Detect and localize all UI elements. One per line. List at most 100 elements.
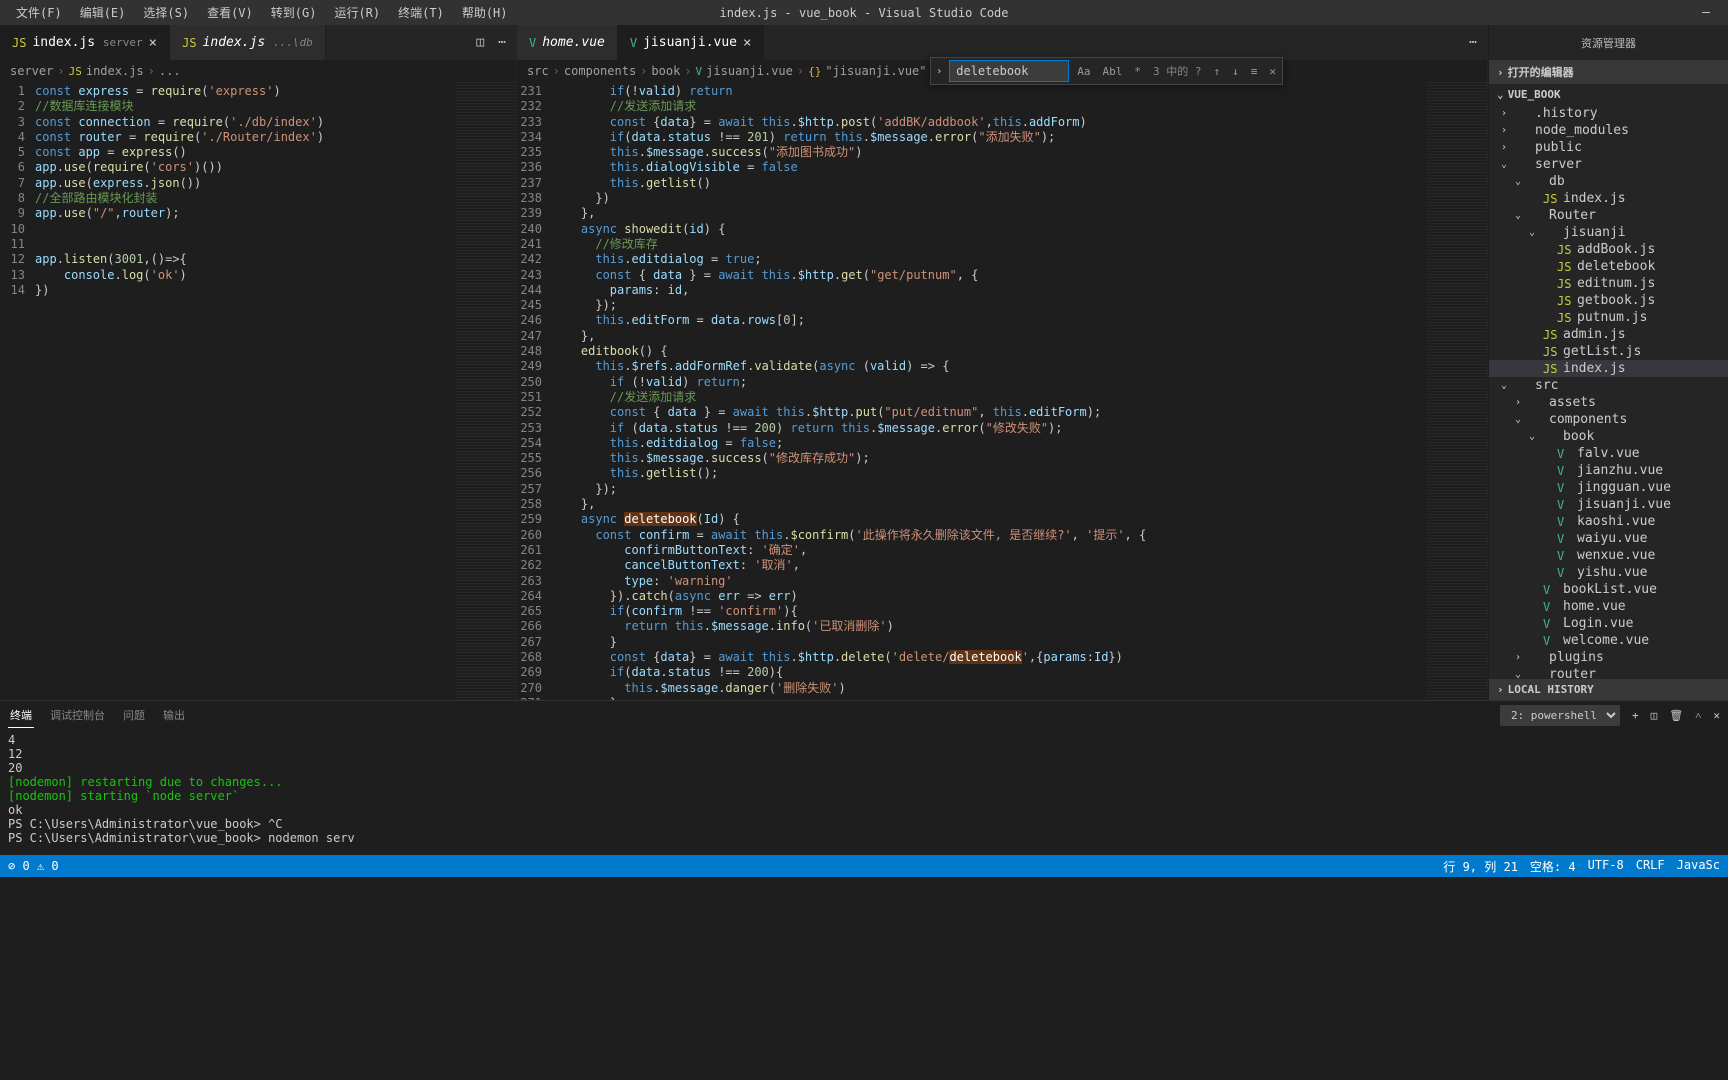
gutter: 2312322332342352362372382392402412422432… [517,82,552,700]
tab-index-db[interactable]: JS index.js ...\db [170,25,326,60]
close-icon[interactable]: × [743,35,751,51]
expand-icon[interactable]: › [933,66,945,77]
status-lang[interactable]: JavaSc [1677,858,1720,875]
next-match-icon[interactable]: ↓ [1228,63,1243,80]
window-title: index.js - vue_book - Visual Studio Code [720,6,1009,20]
regex-icon[interactable]: * [1130,63,1145,80]
split-editor-icon[interactable]: ◫ [476,35,484,50]
tree-item-src[interactable]: ⌄src [1489,377,1728,394]
local-history-header[interactable]: ›LOCAL HISTORY [1489,679,1728,700]
tree-item-kaoshi.vue[interactable]: Vkaoshi.vue [1489,513,1728,530]
tree-item-book[interactable]: ⌄book [1489,428,1728,445]
tree-item-editnum.js[interactable]: JSeditnum.js [1489,275,1728,292]
find-widget: › Aa Abl * 3 中的 ? ↑ ↓ ≡ ✕ [930,57,1283,85]
status-bar: ⊘ 0 ⚠ 0 行 9, 列 21 空格: 4 UTF-8 CRLF JavaS… [0,855,1728,877]
close-icon[interactable]: ✕ [1265,63,1280,80]
tree-item-getList.js[interactable]: JSgetList.js [1489,343,1728,360]
tree-item-plugins[interactable]: ›plugins [1489,649,1728,666]
chevron-up-icon[interactable]: ˄ [1695,709,1701,722]
tree-item-components[interactable]: ⌄components [1489,411,1728,428]
tree-item-waiyu.vue[interactable]: Vwaiyu.vue [1489,530,1728,547]
tree-item-welcome.vue[interactable]: Vwelcome.vue [1489,632,1728,649]
tree-item-.history[interactable]: ›.history [1489,105,1728,122]
tree-item-yishu.vue[interactable]: Vyishu.vue [1489,564,1728,581]
tree-item-admin.js[interactable]: JSadmin.js [1489,326,1728,343]
open-editors-header[interactable]: ›打开的编辑器 [1489,60,1728,84]
tree-item-index.js[interactable]: JSindex.js [1489,190,1728,207]
menu-help[interactable]: 帮助(H) [454,2,516,23]
tree-item-jisuanji.vue[interactable]: Vjisuanji.vue [1489,496,1728,513]
prev-match-icon[interactable]: ↑ [1210,63,1225,80]
tab-index-server[interactable]: JS index.js server × [0,25,170,60]
tree-item-jingguan.vue[interactable]: Vjingguan.vue [1489,479,1728,496]
tree-item-server[interactable]: ⌄server [1489,156,1728,173]
tree-item-jianzhu.vue[interactable]: Vjianzhu.vue [1489,462,1728,479]
editor-right[interactable]: 2312322332342352362372382392402412422432… [517,82,1487,700]
menu-select[interactable]: 选择(S) [135,2,197,23]
tree-item-db[interactable]: ⌄db [1489,173,1728,190]
tree-item-public[interactable]: ›public [1489,139,1728,156]
panel-tabs: 终端 调试控制台 问题 输出 2: powershell + ◫ 🗑 ˄ ✕ [0,701,1728,729]
code-left[interactable]: const express = require('express') //数据库… [35,82,456,700]
panel-tab-problems[interactable]: 问题 [121,703,147,727]
tree-item-router[interactable]: ⌄router [1489,666,1728,679]
match-case-icon[interactable]: Aa [1073,63,1094,80]
new-terminal-icon[interactable]: + [1632,709,1639,722]
close-icon[interactable]: × [149,35,157,51]
tree-item-addBook.js[interactable]: JSaddBook.js [1489,241,1728,258]
tree-item-falv.vue[interactable]: Vfalv.vue [1489,445,1728,462]
explorer: 资源管理器 ›打开的编辑器 ⌄VUE_BOOK ›.history›node_m… [1488,25,1728,700]
title-bar: 文件(F) 编辑(E) 选择(S) 查看(V) 转到(G) 运行(R) 终端(T… [0,0,1728,25]
breadcrumb-left[interactable]: server› JSindex.js› ... [0,60,516,82]
tree-item-deletebook[interactable]: JSdeletebook [1489,258,1728,275]
project-root[interactable]: ⌄VUE_BOOK [1489,84,1728,105]
tab-jisuanji-vue[interactable]: V jisuanji.vue × [618,25,765,60]
minimap[interactable] [1427,82,1487,700]
panel-tab-output[interactable]: 输出 [161,703,187,727]
tree-item-index.js[interactable]: JSindex.js [1489,360,1728,377]
minimap[interactable] [456,82,516,700]
menu-edit[interactable]: 编辑(E) [72,2,134,23]
menu-view[interactable]: 查看(V) [199,2,261,23]
menu-run[interactable]: 运行(R) [326,2,388,23]
split-terminal-icon[interactable]: ◫ [1651,709,1658,722]
tree-item-Login.vue[interactable]: VLogin.vue [1489,615,1728,632]
tree-item-Router[interactable]: ⌄Router [1489,207,1728,224]
tree-item-putnum.js[interactable]: JSputnum.js [1489,309,1728,326]
tree-item-wenxue.vue[interactable]: Vwenxue.vue [1489,547,1728,564]
match-word-icon[interactable]: Abl [1099,63,1127,80]
terminal[interactable]: 41220[nodemon] restarting due to changes… [0,729,1728,855]
more-icon[interactable]: ⋯ [1469,35,1477,50]
tab-label: index.js server [32,35,142,50]
editor-left[interactable]: 1234567891011121314 const express = requ… [0,82,516,700]
minimize-icon[interactable]: — [1702,5,1710,20]
status-eol[interactable]: CRLF [1636,858,1665,875]
menu-terminal[interactable]: 终端(T) [390,2,452,23]
tree-item-getbook.js[interactable]: JSgetbook.js [1489,292,1728,309]
panel-tab-debug[interactable]: 调试控制台 [48,703,107,727]
status-errors[interactable]: ⊘ 0 ⚠ 0 [8,859,59,873]
gutter: 1234567891011121314 [0,82,35,700]
tree-item-home.vue[interactable]: Vhome.vue [1489,598,1728,615]
status-encoding[interactable]: UTF-8 [1588,858,1624,875]
tree-item-jisuanji[interactable]: ⌄jisuanji [1489,224,1728,241]
terminal-select[interactable]: 2: powershell [1500,705,1620,726]
close-panel-icon[interactable]: ✕ [1713,709,1720,722]
trash-icon[interactable]: 🗑 [1669,709,1683,722]
panel-tab-terminal[interactable]: 终端 [8,703,34,728]
find-input[interactable] [949,60,1069,82]
status-cursor[interactable]: 行 9, 列 21 [1443,858,1518,875]
tab-home-vue[interactable]: V home.vue [517,25,618,60]
more-icon[interactable]: ⋯ [498,35,506,50]
menu-goto[interactable]: 转到(G) [263,2,325,23]
tree-item-node_modules[interactable]: ›node_modules [1489,122,1728,139]
menu-file[interactable]: 文件(F) [8,2,70,23]
tree-item-bookList.vue[interactable]: VbookList.vue [1489,581,1728,598]
tabs-right: V home.vue V jisuanji.vue × ⋯ [517,25,1487,60]
find-in-selection-icon[interactable]: ≡ [1247,63,1262,80]
tabs-left: JS index.js server × JS index.js ...\db … [0,25,516,60]
code-right[interactable]: if(!valid) return //发送添加请求 const {data} … [552,82,1427,700]
tree-item-assets[interactable]: ›assets [1489,394,1728,411]
js-icon: JS [12,36,26,50]
status-indent[interactable]: 空格: 4 [1530,858,1576,875]
